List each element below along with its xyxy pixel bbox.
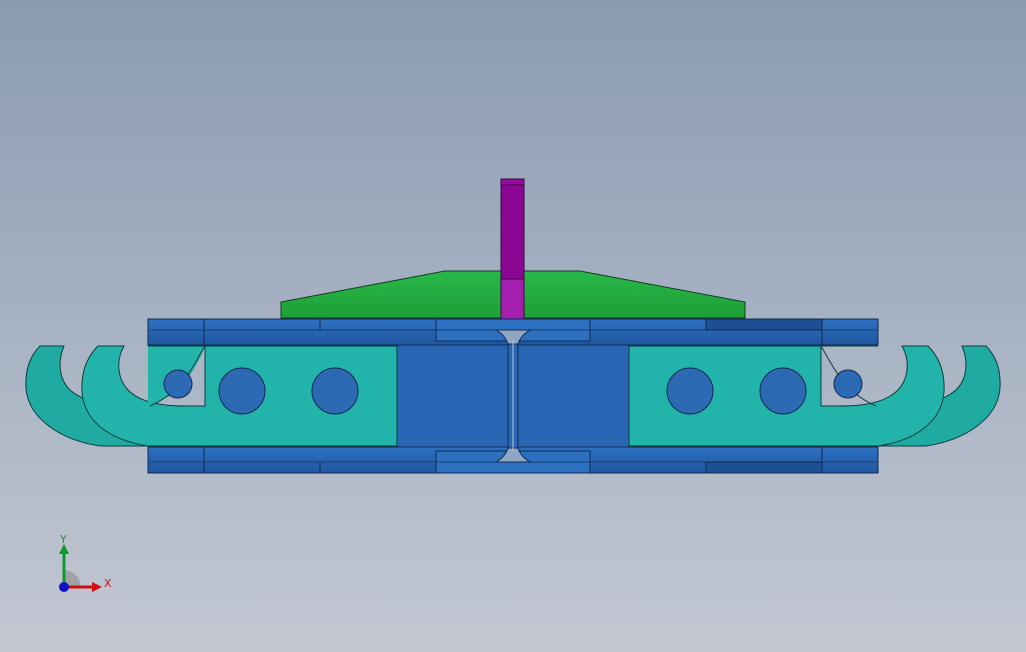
x-axis-arrow-icon bbox=[92, 582, 102, 592]
right-hole-small bbox=[833, 369, 863, 399]
y-axis-label: Y bbox=[59, 533, 67, 546]
coordinate-triad: Y X bbox=[59, 533, 112, 592]
left-hole-small bbox=[163, 369, 193, 399]
purple-post[interactable] bbox=[500, 178, 525, 320]
center-block[interactable] bbox=[396, 329, 630, 463]
x-axis-label: X bbox=[104, 577, 112, 590]
right-hole-1 bbox=[666, 367, 714, 415]
left-side-plate[interactable] bbox=[25, 345, 398, 447]
right-side-plate[interactable] bbox=[628, 345, 1001, 447]
z-axis-dot-icon bbox=[59, 582, 69, 592]
right-hole-2 bbox=[759, 367, 807, 415]
left-hole-2 bbox=[311, 367, 359, 415]
cad-model-view[interactable] bbox=[0, 0, 1026, 652]
left-hole-1 bbox=[218, 367, 266, 415]
graphics-viewport[interactable]: Y X bbox=[0, 0, 1026, 652]
